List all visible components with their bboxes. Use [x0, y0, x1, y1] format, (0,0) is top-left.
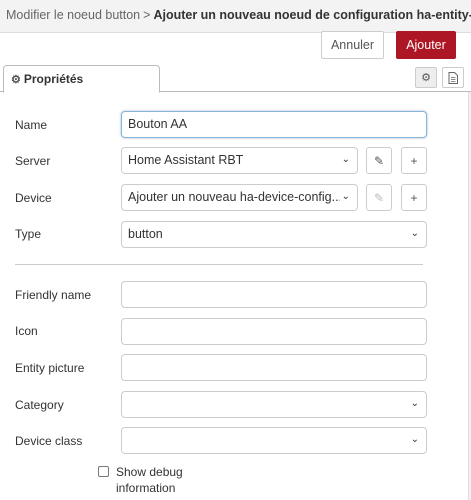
tabs-row: ⚙ Propriétés ⚙ [0, 64, 471, 93]
icon-input[interactable] [121, 318, 427, 345]
description-tab-button[interactable] [442, 67, 464, 88]
icon-label: Icon [15, 324, 38, 338]
name-input[interactable]: Bouton AA [121, 111, 427, 138]
friendly-name-input[interactable] [121, 281, 427, 308]
cancel-button[interactable]: Annuler [321, 31, 384, 59]
tab-properties[interactable]: ⚙ Propriétés [3, 65, 160, 93]
add-server-button[interactable]: + [401, 147, 427, 174]
settings-tab-button[interactable]: ⚙ [415, 67, 437, 88]
breadcrumb-parent[interactable]: Modifier le noeud button [6, 8, 140, 22]
device-select-value: Ajouter un nouveau ha-device-config... [128, 190, 343, 204]
chevron-down-icon: ⌄ [410, 398, 419, 409]
server-select[interactable]: Home Assistant RBT ⌄ [121, 147, 358, 174]
page-title: Ajouter un nouveau noeud de configuratio… [153, 8, 471, 22]
tray-header: Modifier le noeud button > Ajouter un nouv… [0, 0, 471, 33]
plus-icon: + [410, 153, 418, 168]
category-label: Category [15, 398, 64, 412]
device-label: Device [15, 191, 52, 205]
edit-device-button[interactable]: ✎ [366, 184, 392, 211]
pencil-icon: ✎ [373, 190, 385, 205]
chevron-down-icon: ⌄ [410, 228, 419, 239]
document-icon [448, 71, 458, 84]
type-select-value: button [128, 227, 163, 241]
friendly-name-label: Friendly name [15, 288, 92, 302]
breadcrumb-separator: > [143, 8, 151, 22]
entity-picture-input[interactable] [121, 354, 427, 381]
tab-properties-label: Propriétés [23, 72, 84, 86]
gear-icon: ⚙ [11, 74, 21, 86]
add-button[interactable]: Ajouter [396, 31, 456, 59]
add-device-button[interactable]: + [401, 184, 427, 211]
device-class-label: Device class [15, 434, 83, 448]
name-label: Name [15, 118, 48, 132]
chevron-down-icon: ⌄ [339, 191, 350, 202]
debug-checkbox-label[interactable]: Show debug information [116, 464, 206, 496]
pencil-icon: ✎ [373, 153, 385, 168]
device-select[interactable]: Ajouter un nouveau ha-device-config... ⌄ [121, 184, 358, 211]
properties-form: Name Bouton AA Server Home Assistant RBT… [0, 92, 468, 500]
device-class-select[interactable]: ⌄ [121, 427, 427, 454]
entity-picture-label: Entity picture [15, 361, 85, 375]
edit-server-button[interactable]: ✎ [366, 147, 392, 174]
server-select-value: Home Assistant RBT [128, 153, 244, 167]
debug-checkbox[interactable] [98, 466, 109, 477]
type-select[interactable]: button ⌄ [121, 221, 427, 248]
chevron-down-icon: ⌄ [410, 434, 419, 445]
chevron-down-icon: ⌄ [341, 154, 350, 165]
section-divider [15, 264, 423, 265]
category-select[interactable]: ⌄ [121, 391, 427, 418]
plus-icon: + [410, 190, 418, 205]
server-label: Server [15, 154, 51, 168]
type-label: Type [15, 227, 42, 241]
gear-icon: ⚙ [421, 72, 431, 84]
